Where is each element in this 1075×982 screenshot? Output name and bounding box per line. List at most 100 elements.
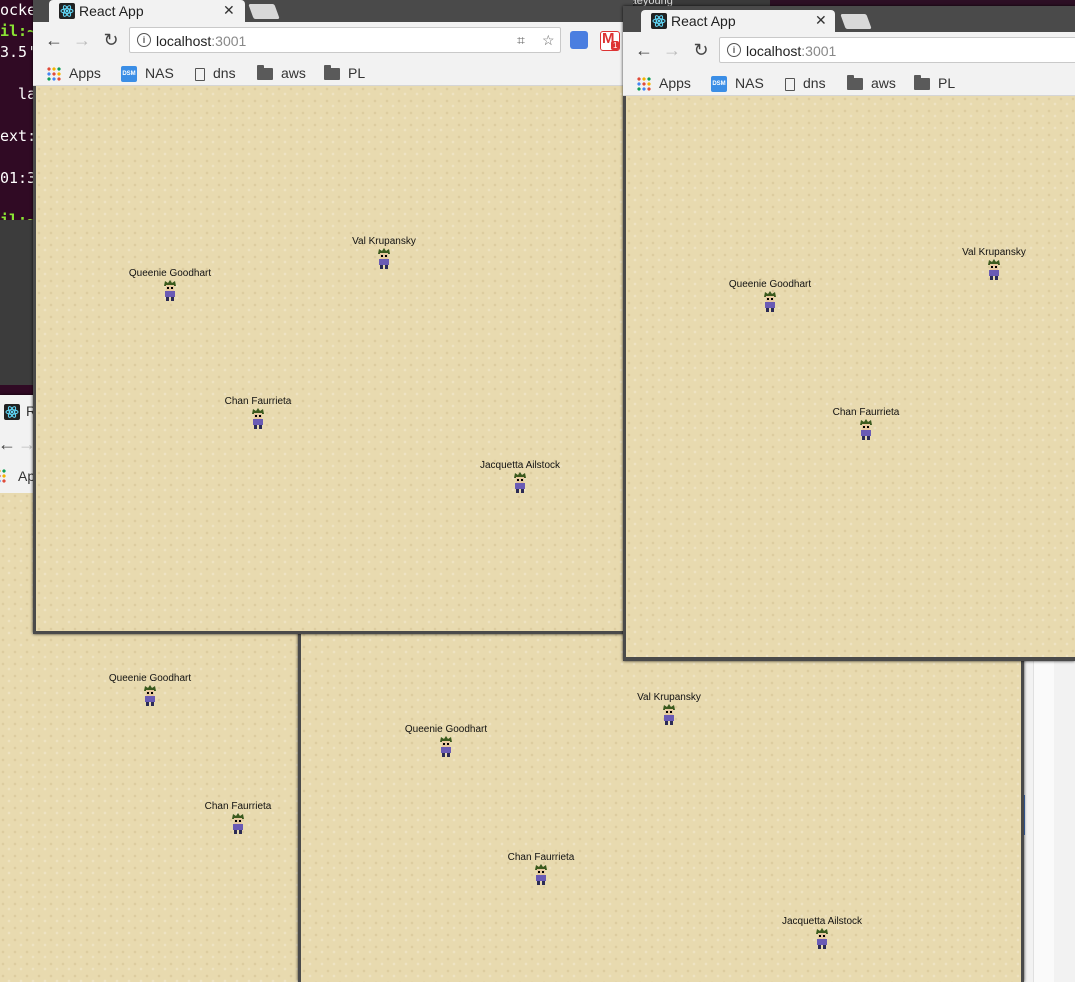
browser-window-right: React App ✕ ← → ↻ i localhost:3001 Apps … <box>623 6 1075 661</box>
folder-icon <box>257 65 273 81</box>
translate-icon[interactable]: ⌗ <box>517 32 525 49</box>
new-tab-button[interactable] <box>840 14 872 29</box>
character-sprite-icon <box>816 928 828 949</box>
tab-strip: React App ✕ <box>623 10 1075 32</box>
character-sprite-icon <box>535 864 547 885</box>
address-bar[interactable]: i localhost:3001 <box>719 37 1075 63</box>
bookmark-label: NAS <box>145 65 174 81</box>
browser-window-bottom-right: Queenie Goodhart Val Krupansky Chan Faur… <box>298 632 1024 982</box>
new-tab-button[interactable] <box>248 4 280 19</box>
bookmark-label: aws <box>871 75 896 91</box>
react-icon <box>59 3 75 19</box>
player-name: Chan Faurrieta <box>507 852 575 863</box>
tab-react-app[interactable]: React App ✕ <box>641 10 835 32</box>
bookmark-nas[interactable]: DSM NAS <box>711 73 764 93</box>
character-sprite-icon <box>860 419 872 440</box>
player-name: Queenie Goodhart <box>108 673 192 684</box>
bookmark-label: Apps <box>69 65 101 81</box>
player-name: Chan Faurrieta <box>832 407 900 418</box>
dsm-icon: DSM <box>711 76 727 93</box>
player-name: Queenie Goodhart <box>728 279 812 290</box>
tab-title: React App <box>671 13 736 29</box>
bookmarks-bar: Apps DSM NAS dns aws PL <box>623 70 1075 96</box>
bookmark-label: Apps <box>659 75 691 91</box>
toolbar: ← → ↻ i localhost:3001 <box>623 32 1075 70</box>
folder-icon <box>324 65 340 81</box>
bookmark-nas[interactable]: DSM NAS <box>121 63 174 83</box>
character-sprite-icon <box>378 248 390 269</box>
bookmark-pl[interactable]: PL <box>914 73 955 93</box>
folder-icon <box>847 75 863 91</box>
bookmark-label: PL <box>348 65 366 81</box>
bookmark-apps[interactable]: Apps <box>47 63 101 83</box>
url-text: localhost:3001 <box>746 43 836 59</box>
bookmark-label: aws <box>281 65 306 81</box>
browser-window-main: React App ✕ ← → ↻ i localhost:3001 ⌗ ☆ M… <box>33 0 633 634</box>
player-name: Jacquetta Ailstock <box>479 460 561 471</box>
apps-grid-icon <box>47 67 61 82</box>
player-name: Queenie Goodhart <box>128 268 212 279</box>
bookmark-dns[interactable]: dns <box>195 63 236 83</box>
bookmark-label: NAS <box>735 75 764 91</box>
url-port: :3001 <box>801 43 837 59</box>
player-name: Chan Faurrieta <box>204 801 272 812</box>
forward-button[interactable]: → <box>661 39 683 61</box>
info-icon[interactable]: i <box>137 33 151 47</box>
bookmark-label: dns <box>213 65 236 81</box>
scrollbar[interactable] <box>1033 650 1054 982</box>
game-canvas[interactable]: Queenie Goodhart Val Krupansky Chan Faur… <box>626 96 1075 657</box>
character-sprite-icon <box>252 408 264 429</box>
dsm-icon: DSM <box>121 66 137 83</box>
url-port: :3001 <box>211 33 247 49</box>
character-sprite-icon <box>514 472 526 493</box>
player-name: Jacquetta Ailstock <box>781 916 863 927</box>
character-sprite-icon <box>164 280 176 301</box>
url-host: localhost <box>746 43 802 59</box>
folder-icon <box>914 75 930 91</box>
game-canvas[interactable]: Queenie Goodhart Val Krupansky Chan Faur… <box>36 86 630 631</box>
tab-react-app[interactable]: React App ✕ <box>49 0 245 22</box>
tab-title: React App <box>79 3 144 19</box>
bookmark-apps[interactable]: Apps <box>637 73 691 93</box>
player-name: Chan Faurrieta <box>224 396 292 407</box>
bookmark-dns[interactable]: dns <box>785 73 826 93</box>
apps-grid-icon <box>637 77 651 92</box>
toolbar: ← → ↻ i localhost:3001 ⌗ ☆ M 1 <box>33 22 633 60</box>
back-button[interactable]: ← <box>633 39 655 61</box>
character-sprite-icon <box>988 259 1000 280</box>
forward-button[interactable]: → <box>71 29 93 51</box>
close-icon[interactable]: ✕ <box>223 2 235 19</box>
character-sprite-icon <box>663 704 675 725</box>
player-name: Val Krupansky <box>637 692 701 703</box>
game-canvas[interactable]: Queenie Goodhart Val Krupansky Chan Faur… <box>301 632 1021 982</box>
info-icon[interactable]: i <box>727 43 741 57</box>
reload-button[interactable]: ↻ <box>690 39 712 61</box>
character-sprite-icon <box>144 685 156 706</box>
url-host: localhost <box>156 33 212 49</box>
star-icon[interactable]: ☆ <box>542 32 555 49</box>
bookmark-aws[interactable]: aws <box>847 73 896 93</box>
close-icon[interactable]: ✕ <box>815 12 827 29</box>
background-app-panel <box>1020 650 1075 982</box>
character-sprite-icon <box>764 291 776 312</box>
url-text: localhost:3001 <box>156 33 246 49</box>
react-icon <box>4 404 20 420</box>
reload-button[interactable]: ↻ <box>100 29 122 51</box>
page-icon <box>785 77 795 91</box>
player-name: Queenie Goodhart <box>404 724 488 735</box>
bookmark-aws[interactable]: aws <box>257 63 306 83</box>
address-bar[interactable]: i localhost:3001 ⌗ ☆ <box>129 27 561 53</box>
apps-grid-icon <box>0 469 6 483</box>
react-icon <box>651 13 667 29</box>
character-sprite-icon <box>232 813 244 834</box>
bookmark-label: PL <box>938 75 956 91</box>
gmail-icon[interactable]: M 1 <box>600 30 620 51</box>
page-icon <box>195 67 205 81</box>
tab-strip: React App ✕ <box>33 0 633 22</box>
back-button[interactable]: ← <box>43 29 65 51</box>
player-name: Val Krupansky <box>962 247 1026 258</box>
player-name: Val Krupansky <box>352 236 416 247</box>
translate-extension-icon[interactable] <box>570 31 588 49</box>
bookmark-pl[interactable]: PL <box>324 63 365 83</box>
bookmark-label: dns <box>803 75 826 91</box>
